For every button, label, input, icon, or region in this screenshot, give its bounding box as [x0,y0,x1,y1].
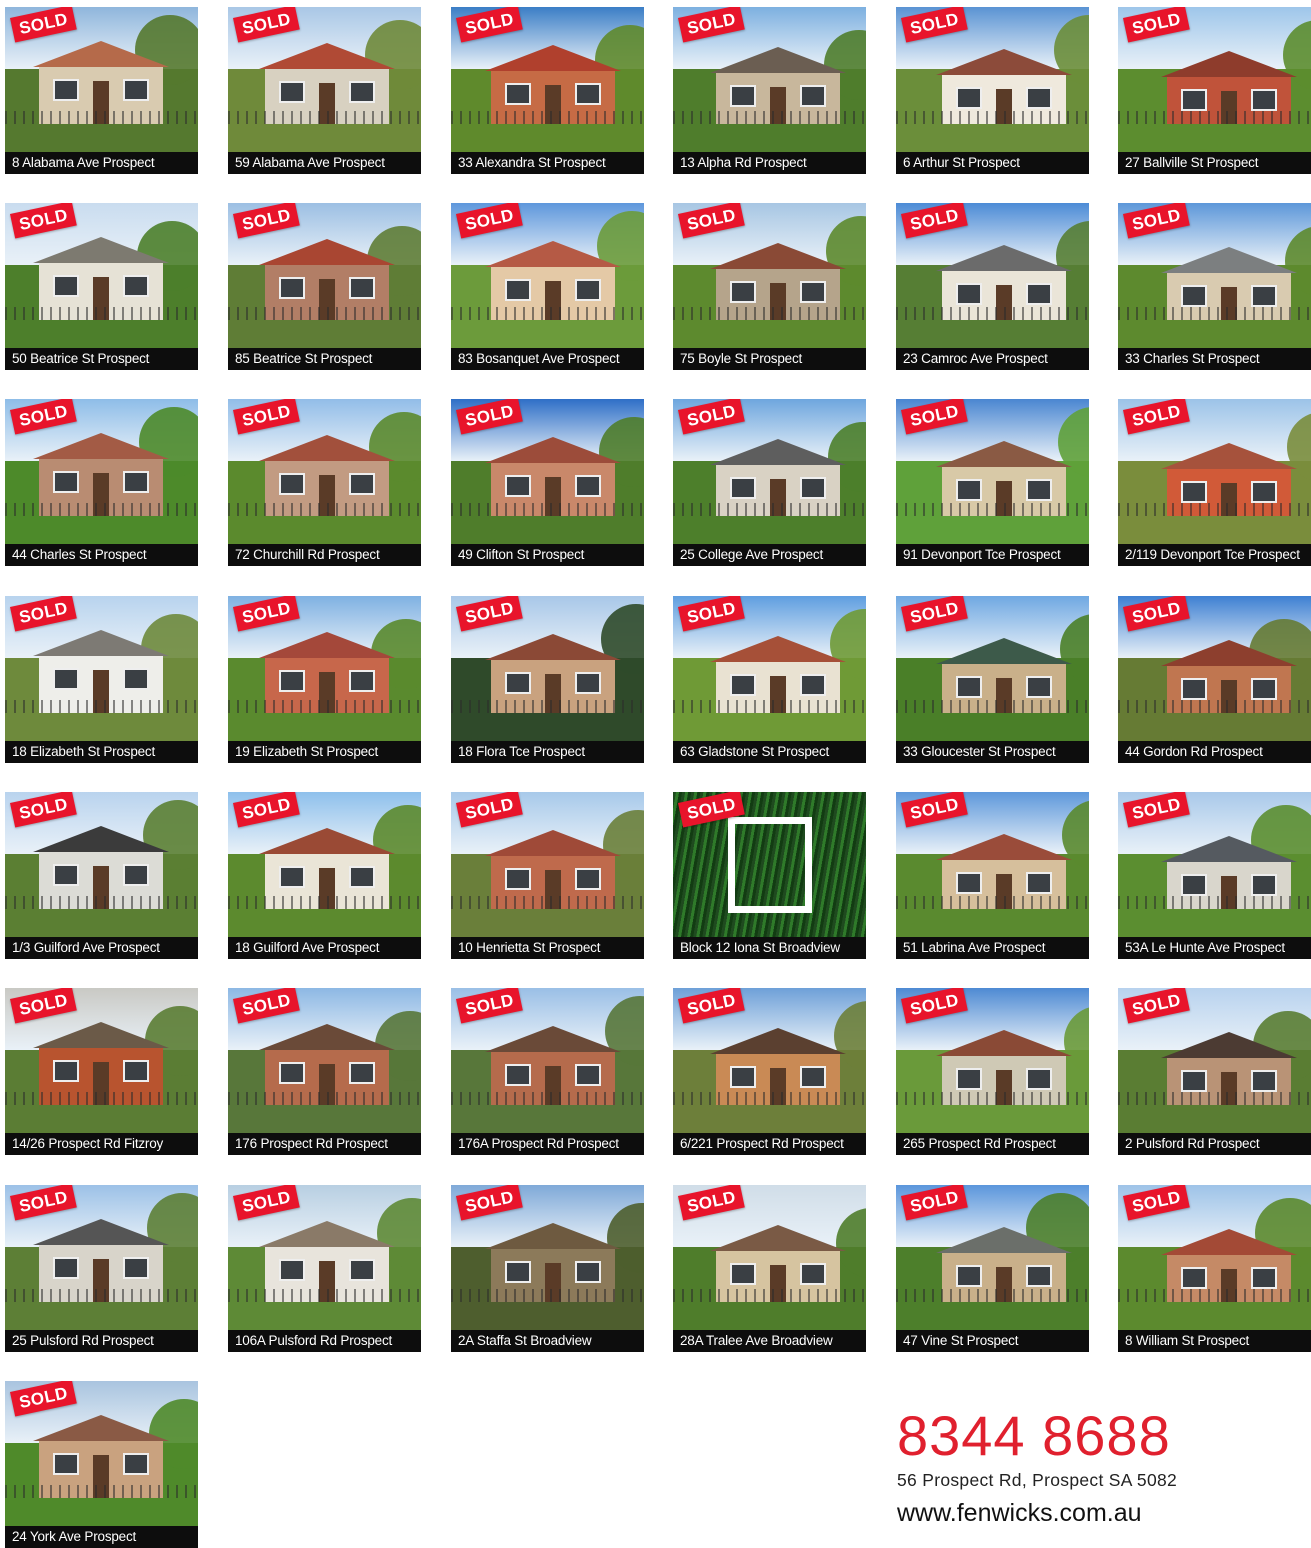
listing-card[interactable]: SOLD 27 Ballville St Prospect [1118,7,1311,174]
listing-address: 51 Labrina Ave Prospect [896,937,1089,959]
listing-card[interactable]: SOLD 18 Flora Tce Prospect [451,596,644,763]
listing-card[interactable]: SOLD Block 12 Iona St Broadview [673,792,866,959]
listing-card[interactable]: SOLD 85 Beatrice St Prospect [228,203,421,370]
listing-address: 23 Camroc Ave Prospect [896,348,1089,370]
listing-card[interactable]: SOLD 51 Labrina Ave Prospect [896,792,1089,959]
listing-address: 10 Henrietta St Prospect [451,937,644,959]
listing-address: 8 William St Prospect [1118,1330,1311,1352]
contact-block: 8344 8688 56 Prospect Rd, Prospect SA 50… [897,1404,1177,1528]
listing-card[interactable]: SOLD 176 Prospect Rd Prospect [228,988,421,1155]
listing-address: 1/3 Guilford Ave Prospect [5,937,198,959]
listing-card[interactable]: SOLD 28A Tralee Ave Broadview [673,1185,866,1352]
listing-card[interactable]: SOLD 18 Guilford Ave Prospect [228,792,421,959]
listing-card[interactable]: SOLD 44 Charles St Prospect [5,399,198,566]
listing-address: 24 York Ave Prospect [5,1526,198,1548]
listing-card[interactable]: SOLD 1/3 Guilford Ave Prospect [5,792,198,959]
listing-card[interactable]: SOLD 53A Le Hunte Ave Prospect [1118,792,1311,959]
listing-card[interactable]: SOLD 33 Charles St Prospect [1118,203,1311,370]
listing-card[interactable]: SOLD 6/221 Prospect Rd Prospect [673,988,866,1155]
listing-card[interactable]: SOLD 19 Elizabeth St Prospect [228,596,421,763]
listing-address: 2/119 Devonport Tce Prospect [1118,544,1311,566]
listing-card[interactable]: SOLD 8 Alabama Ave Prospect [5,7,198,174]
listing-address: 44 Charles St Prospect [5,544,198,566]
listing-address: 18 Guilford Ave Prospect [228,937,421,959]
listing-address: 19 Elizabeth St Prospect [228,741,421,763]
listing-address: 18 Elizabeth St Prospect [5,741,198,763]
listing-address: 25 College Ave Prospect [673,544,866,566]
sold-listings-grid: SOLD 8 Alabama Ave Prospect SOLD 59 Alabama… [0,0,1311,1548]
listing-card[interactable]: SOLD 72 Churchill Rd Prospect [228,399,421,566]
listing-address: 50 Beatrice St Prospect [5,348,198,370]
listing-card[interactable]: SOLD 24 York Ave Prospect [5,1381,198,1548]
listing-card[interactable]: SOLD 14/26 Prospect Rd Fitzroy [5,988,198,1155]
listing-address: 25 Pulsford Rd Prospect [5,1330,198,1352]
listing-card[interactable]: SOLD 75 Boyle St Prospect [673,203,866,370]
listing-card[interactable]: SOLD 18 Elizabeth St Prospect [5,596,198,763]
listing-address: 106A Pulsford Rd Prospect [228,1330,421,1352]
listing-address: 6/221 Prospect Rd Prospect [673,1133,866,1155]
listing-card[interactable]: SOLD 25 Pulsford Rd Prospect [5,1185,198,1352]
listing-card[interactable]: SOLD 10 Henrietta St Prospect [451,792,644,959]
listing-card[interactable]: SOLD 83 Bosanquet Ave Prospect [451,203,644,370]
listing-address: 18 Flora Tce Prospect [451,741,644,763]
listing-address: 176A Prospect Rd Prospect [451,1133,644,1155]
listing-address: 85 Beatrice St Prospect [228,348,421,370]
office-address: 56 Prospect Rd, Prospect SA 5082 [897,1470,1178,1490]
listing-address: 53A Le Hunte Ave Prospect [1118,937,1311,959]
listing-address: 33 Alexandra St Prospect [451,152,644,174]
listing-card[interactable]: SOLD 33 Gloucester St Prospect [896,596,1089,763]
listing-address: 176 Prospect Rd Prospect [228,1133,421,1155]
listing-address: 33 Charles St Prospect [1118,348,1311,370]
listing-address: 49 Clifton St Prospect [451,544,644,566]
listing-card[interactable]: SOLD 63 Gladstone St Prospect [673,596,866,763]
listing-address: 72 Churchill Rd Prospect [228,544,421,566]
listing-card[interactable]: SOLD 44 Gordon Rd Prospect [1118,596,1311,763]
listing-card[interactable]: SOLD 47 Vine St Prospect [896,1185,1089,1352]
listing-address: 47 Vine St Prospect [896,1330,1089,1352]
listing-card[interactable]: SOLD 8 William St Prospect [1118,1185,1311,1352]
listing-card[interactable]: SOLD 49 Clifton St Prospect [451,399,644,566]
listing-address: 13 Alpha Rd Prospect [673,152,866,174]
listing-address: 44 Gordon Rd Prospect [1118,741,1311,763]
listing-card[interactable]: SOLD 91 Devonport Tce Prospect [896,399,1089,566]
listing-address: 59 Alabama Ave Prospect [228,152,421,174]
listing-address: 27 Ballville St Prospect [1118,152,1311,174]
listing-address: 2A Staffa St Broadview [451,1330,644,1352]
listing-address: 14/26 Prospect Rd Fitzroy [5,1133,198,1155]
listing-address: Block 12 Iona St Broadview [673,937,866,959]
listing-card[interactable]: SOLD 13 Alpha Rd Prospect [673,7,866,174]
listing-address: 83 Bosanquet Ave Prospect [451,348,644,370]
listing-card[interactable]: SOLD 2 Pulsford Rd Prospect [1118,988,1311,1155]
listing-address: 91 Devonport Tce Prospect [896,544,1089,566]
listing-address: 265 Prospect Rd Prospect [896,1133,1089,1155]
listing-card[interactable]: SOLD 2A Staffa St Broadview [451,1185,644,1352]
listing-card[interactable]: SOLD 23 Camroc Ave Prospect [896,203,1089,370]
listing-card[interactable]: SOLD 25 College Ave Prospect [673,399,866,566]
website-link[interactable]: www.fenwicks.com.au [897,1499,1177,1528]
listing-card[interactable]: SOLD 106A Pulsford Rd Prospect [228,1185,421,1352]
listing-card[interactable]: SOLD 2/119 Devonport Tce Prospect [1118,399,1311,566]
listing-card[interactable]: SOLD 176A Prospect Rd Prospect [451,988,644,1155]
listing-card[interactable]: SOLD 6 Arthur St Prospect [896,7,1089,174]
listing-address: 8 Alabama Ave Prospect [5,152,198,174]
listing-address: 63 Gladstone St Prospect [673,741,866,763]
listing-address: 75 Boyle St Prospect [673,348,866,370]
listing-card[interactable]: SOLD 265 Prospect Rd Prospect [896,988,1089,1155]
listing-address: 28A Tralee Ave Broadview [673,1330,866,1352]
phone-number[interactable]: 8344 8688 [897,1404,1177,1468]
listing-address: 6 Arthur St Prospect [896,152,1089,174]
listing-card[interactable]: SOLD 50 Beatrice St Prospect [5,203,198,370]
listing-address: 33 Gloucester St Prospect [896,741,1089,763]
listing-address: 2 Pulsford Rd Prospect [1118,1133,1311,1155]
listing-card[interactable]: SOLD 59 Alabama Ave Prospect [228,7,421,174]
listing-card[interactable]: SOLD 33 Alexandra St Prospect [451,7,644,174]
